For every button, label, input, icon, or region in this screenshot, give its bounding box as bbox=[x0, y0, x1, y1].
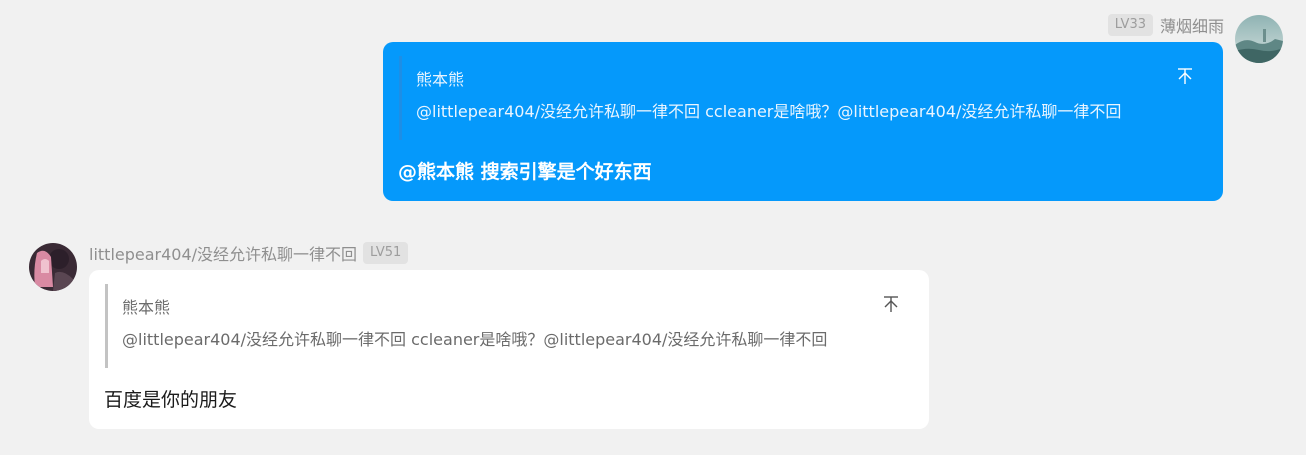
quoted-message[interactable]: 熊本熊 @littlepear404/没经允许私聊一律不回 ccleaner是啥… bbox=[105, 284, 913, 368]
quoted-message[interactable]: 熊本熊 @littlepear404/没经允许私聊一律不回 ccleaner是啥… bbox=[399, 56, 1207, 140]
pin-top-icon[interactable] bbox=[1175, 66, 1195, 86]
message-text: @熊本熊 搜索引擎是个好东西 bbox=[398, 161, 652, 183]
message-bubble[interactable]: 熊本熊 @littlepear404/没经允许私聊一律不回 ccleaner是啥… bbox=[383, 42, 1223, 201]
avatar[interactable] bbox=[1235, 15, 1283, 63]
username[interactable]: littlepear404/没经允许私聊一律不回 bbox=[89, 241, 357, 265]
quote-text: @littlepear404/没经允许私聊一律不回 ccleaner是啥哦？@l… bbox=[416, 102, 1122, 121]
sender-header: littlepear404/没经允许私聊一律不回 LV51 bbox=[89, 241, 409, 265]
pin-top-icon[interactable] bbox=[881, 294, 901, 314]
avatar[interactable] bbox=[29, 243, 77, 291]
sender-header: LV33 薄烟细雨 bbox=[1107, 13, 1224, 37]
level-badge: LV51 bbox=[363, 242, 409, 264]
username[interactable]: 薄烟细雨 bbox=[1160, 13, 1224, 37]
level-badge: LV33 bbox=[1107, 14, 1153, 36]
quote-text: @littlepear404/没经允许私聊一律不回 ccleaner是啥哦？@l… bbox=[122, 330, 828, 349]
quote-author: 熊本熊 bbox=[416, 70, 465, 89]
chat-area: LV33 薄烟细雨 熊本熊 @littlepear404/没经允许私聊一律不回 … bbox=[0, 0, 1306, 455]
message-bubble[interactable]: 熊本熊 @littlepear404/没经允许私聊一律不回 ccleaner是啥… bbox=[89, 270, 929, 429]
message-text: 百度是你的朋友 bbox=[104, 389, 238, 411]
anime-girl-avatar-icon bbox=[29, 243, 77, 291]
quote-author: 熊本熊 bbox=[122, 298, 171, 317]
landscape-avatar-icon bbox=[1235, 15, 1283, 63]
